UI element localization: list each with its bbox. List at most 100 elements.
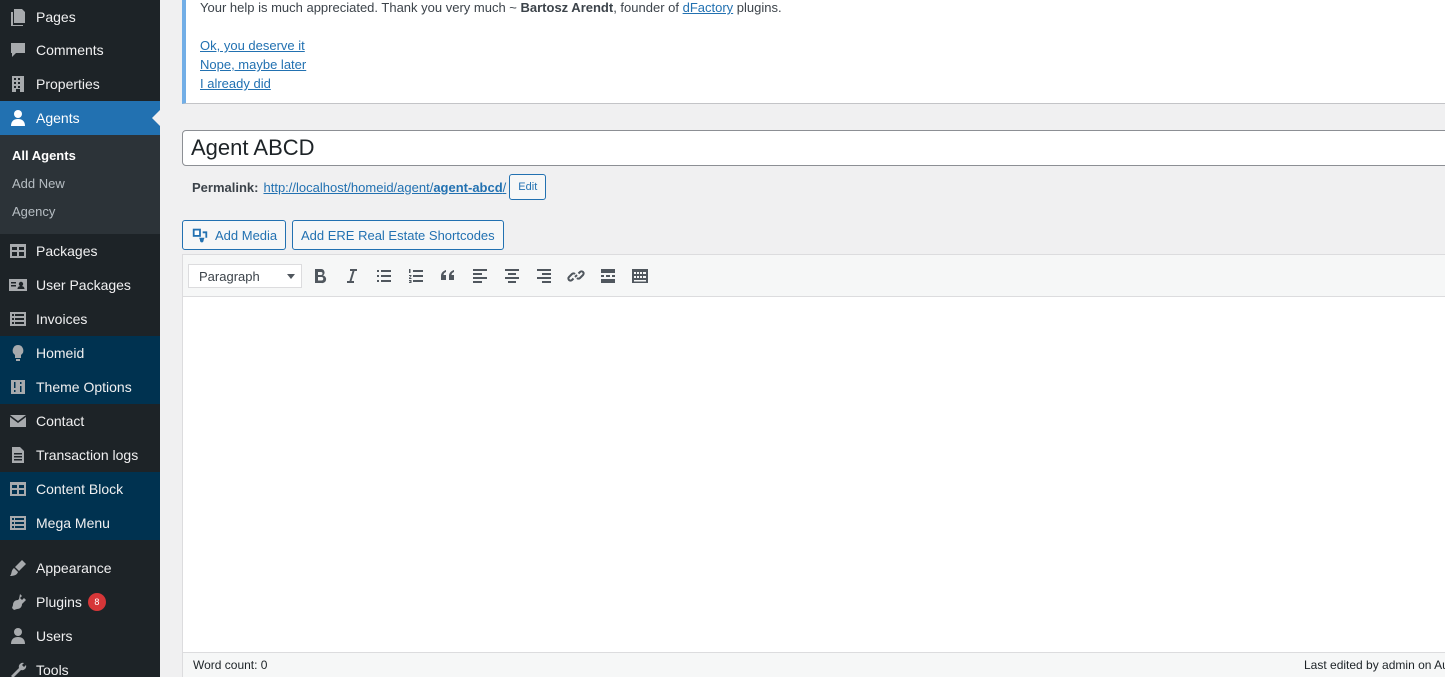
sidebar-item-users[interactable]: Users	[0, 619, 160, 653]
sidebar-item-label: Properties	[36, 76, 100, 92]
sidebar-item-contact[interactable]: Contact	[0, 404, 160, 438]
blockquote-icon	[441, 270, 454, 280]
notice-message: Your help is much appreciated. Thank you…	[200, 0, 782, 15]
chevron-down-icon	[287, 274, 295, 279]
add-shortcodes-button[interactable]: Add ERE Real Estate Shortcodes	[292, 220, 504, 250]
sidebar-item-invoices[interactable]: Invoices	[0, 302, 160, 336]
notice-text: , founder of	[613, 0, 683, 15]
align-right-button[interactable]	[532, 264, 556, 288]
blockquote-button[interactable]	[436, 264, 460, 288]
sidebar-item-label: Tools	[36, 662, 69, 677]
sidebar-item-theme-options[interactable]: Theme Options	[0, 370, 160, 404]
sidebar-item-pages[interactable]: Pages	[0, 0, 160, 34]
align-left-icon	[473, 269, 487, 283]
admin-sidebar: Pages Comments Properties Agents All Age…	[0, 0, 160, 677]
sidebar-item-label: Homeid	[36, 345, 85, 361]
list-icon	[0, 302, 36, 336]
sidebar-item-user-packages[interactable]: User Packages	[0, 268, 160, 302]
mail-icon	[0, 404, 36, 438]
sidebar-item-comments[interactable]: Comments	[0, 33, 160, 67]
sidebar-item-label: Plugins	[36, 594, 82, 610]
table-icon	[0, 234, 36, 268]
sidebar-item-tools[interactable]: Tools	[0, 653, 160, 677]
plugins-update-badge: 8	[87, 593, 106, 611]
italic-icon	[347, 269, 357, 283]
permalink-base: http://localhost/homeid/agent/	[263, 179, 434, 195]
bold-button[interactable]	[308, 264, 332, 288]
sidebar-item-label: Users	[36, 628, 73, 644]
sidebar-item-label: Comments	[36, 42, 104, 58]
id-card-icon	[0, 268, 36, 302]
sidebar-item-transaction-logs[interactable]: Transaction logs	[0, 438, 160, 472]
sidebar-item-agents[interactable]: Agents	[0, 101, 160, 135]
dfactory-link[interactable]: dFactory	[683, 0, 734, 15]
pages-icon	[0, 0, 36, 34]
permalink-row: Permalink: http://localhost/homeid/agent…	[192, 174, 547, 200]
sidebar-item-label: Appearance	[36, 560, 112, 576]
align-center-button[interactable]	[500, 264, 524, 288]
sidebar-item-label: User Packages	[36, 277, 131, 293]
post-title-input[interactable]	[182, 130, 1445, 166]
wrench-icon	[0, 653, 36, 677]
sidebar-item-packages[interactable]: Packages	[0, 234, 160, 268]
sidebar-item-label: Theme Options	[36, 379, 132, 395]
lightbulb-icon	[0, 336, 36, 370]
align-center-icon	[505, 269, 519, 283]
format-select[interactable]: Paragraph	[188, 264, 302, 288]
sliders-icon	[0, 370, 36, 404]
plugin-icon	[0, 585, 36, 619]
word-count: Word count: 0	[193, 658, 268, 672]
permalink-edit-button[interactable]: Edit	[509, 174, 547, 200]
user-icon	[0, 619, 36, 653]
editor-statusbar: Word count: 0 Last edited by admin on Au	[183, 652, 1445, 677]
content-editor: Paragraph Word count: 0 Last edited by a…	[182, 254, 1445, 677]
align-left-button[interactable]	[468, 264, 492, 288]
insert-link-button[interactable]	[564, 264, 588, 288]
notice-link-ok[interactable]: Ok, you deserve it	[200, 38, 305, 53]
numbered-list-button[interactable]	[404, 264, 428, 288]
permalink-trail: /	[502, 179, 507, 195]
sidebar-item-label: Content Block	[36, 481, 124, 497]
toolbar-toggle-button[interactable]	[628, 264, 652, 288]
sidebar-item-label: Transaction logs	[36, 447, 139, 463]
sidebar-item-label: Invoices	[36, 311, 88, 327]
add-media-button[interactable]: Add Media	[182, 220, 287, 250]
italic-button[interactable]	[340, 264, 364, 288]
sidebar-item-mega-menu[interactable]: Mega Menu	[0, 506, 160, 540]
notice-text: Your help is much appreciated. Thank you…	[200, 0, 521, 15]
align-right-icon	[537, 269, 551, 283]
sidebar-item-appearance[interactable]: Appearance	[0, 551, 160, 585]
read-more-icon	[601, 269, 615, 283]
table-icon	[0, 472, 36, 506]
format-select-value: Paragraph	[199, 268, 260, 284]
sidebar-item-label: Mega Menu	[36, 515, 110, 531]
editor-content-area[interactable]	[183, 297, 1445, 652]
toolbar-toggle-icon	[632, 269, 648, 283]
paintbrush-icon	[0, 551, 36, 585]
numbered-list-icon	[409, 269, 423, 283]
sidebar-item-plugins[interactable]: Plugins 8	[0, 585, 160, 619]
sidebar-item-properties[interactable]: Properties	[0, 67, 160, 101]
submenu-item-agency[interactable]: Agency	[0, 198, 160, 226]
sidebar-item-content-block[interactable]: Content Block	[0, 472, 160, 506]
permalink-label: Permalink:	[192, 179, 259, 195]
notice-text: plugins.	[733, 0, 782, 15]
sidebar-item-label: Agents	[36, 110, 80, 126]
notice-link-already-did[interactable]: I already did	[200, 76, 271, 91]
submenu-item-add-new[interactable]: Add New	[0, 170, 160, 198]
permalink-slug: agent-abcd	[433, 179, 503, 195]
submenu-item-all-agents[interactable]: All Agents	[0, 142, 160, 170]
agents-submenu: All Agents Add New Agency	[0, 135, 160, 234]
editor-toolbar: Paragraph	[183, 255, 1445, 297]
bulleted-list-button[interactable]	[372, 264, 396, 288]
user-icon	[0, 101, 36, 135]
sidebar-item-label: Contact	[36, 413, 85, 429]
read-more-button[interactable]	[596, 264, 620, 288]
permalink-link[interactable]: http://localhost/homeid/agent/agent-abcd…	[263, 180, 506, 195]
sidebar-item-homeid[interactable]: Homeid	[0, 336, 160, 370]
bold-icon	[315, 268, 327, 284]
link-icon	[567, 270, 585, 282]
add-media-label: Add Media	[215, 227, 278, 243]
notice-link-later[interactable]: Nope, maybe later	[200, 57, 306, 72]
sidebar-item-label: Packages	[36, 243, 98, 259]
